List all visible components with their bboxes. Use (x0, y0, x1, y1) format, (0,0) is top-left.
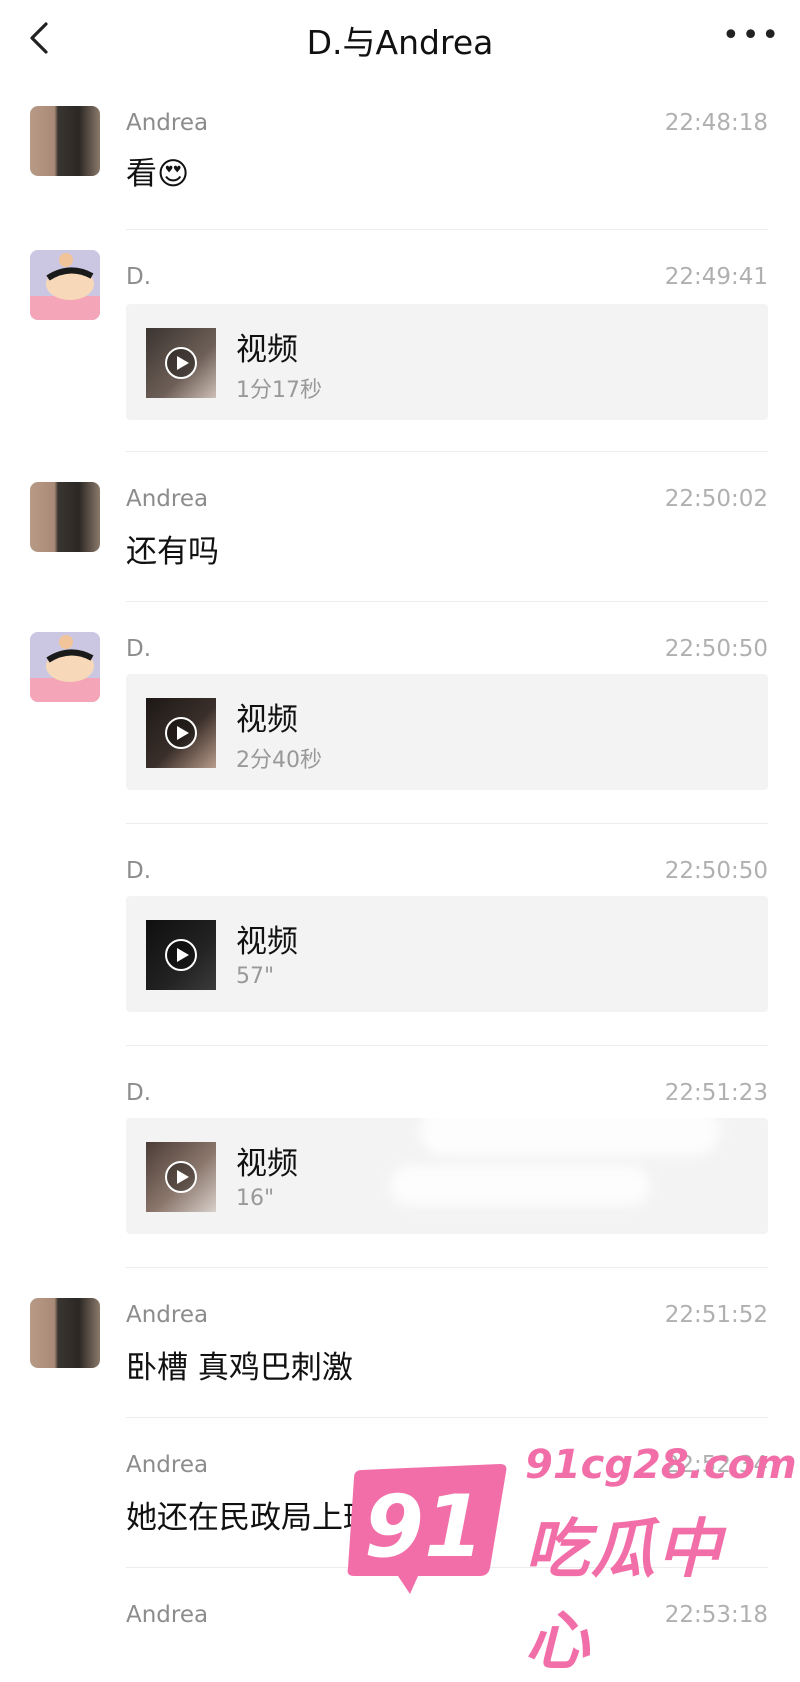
watermark-url: 91cg28.com (525, 1442, 797, 1488)
video-label: 视频 (236, 332, 298, 368)
chat-title: D.与Andrea (306, 23, 494, 62)
video-duration: 57" (236, 964, 275, 989)
sender-name: Andrea (126, 1302, 209, 1328)
divider (126, 229, 768, 230)
sender-name: Andrea (126, 1602, 209, 1628)
video-label: 视频 (236, 924, 298, 960)
play-icon (165, 939, 197, 971)
divider (126, 601, 768, 602)
play-icon (165, 347, 197, 379)
video-duration: 2分40秒 (236, 748, 322, 773)
video-thumbnail (146, 698, 216, 768)
more-options-button[interactable]: ••• (722, 18, 779, 54)
video-message-card[interactable]: 视频 1分17秒 (126, 304, 768, 420)
message-text: 还有吗 (126, 534, 219, 570)
watermark-logo: 91 (347, 1464, 507, 1594)
message-text: 看😍 (126, 156, 190, 192)
divider (126, 1045, 768, 1046)
divider (126, 1417, 768, 1418)
sender-name: D. (126, 858, 152, 884)
message-time: 22:51:23 (664, 1080, 768, 1106)
redaction-smudge (390, 1166, 650, 1206)
video-message-card[interactable]: 视频 57" (126, 896, 768, 1012)
divider (126, 451, 768, 452)
message-time: 22:48:18 (664, 110, 768, 136)
video-duration: 1分17秒 (236, 378, 322, 403)
sender-name: Andrea (126, 1452, 209, 1478)
message-time: 22:49:41 (664, 264, 768, 290)
avatar[interactable] (30, 482, 100, 552)
video-thumbnail (146, 328, 216, 398)
redaction-smudge (420, 1106, 720, 1156)
divider (126, 823, 768, 824)
message-time: 22:50:50 (664, 636, 768, 662)
avatar[interactable] (30, 250, 100, 320)
video-thumbnail (146, 920, 216, 990)
sender-name: D. (126, 636, 152, 662)
message-time: 22:50:02 (664, 486, 768, 512)
avatar[interactable] (30, 1298, 100, 1368)
sender-name: Andrea (126, 486, 209, 512)
sender-name: D. (126, 264, 152, 290)
sender-name: D. (126, 1080, 152, 1106)
play-icon (165, 1161, 197, 1193)
message-time: 22:51:52 (664, 1302, 768, 1328)
video-duration: 16" (236, 1186, 275, 1211)
video-thumbnail (146, 1142, 216, 1212)
avatar[interactable] (30, 632, 100, 702)
watermark-name: 吃瓜中心 (525, 1513, 723, 1679)
video-message-card[interactable]: 视频 2分40秒 (126, 674, 768, 790)
video-label: 视频 (236, 702, 298, 738)
chat-header: D.与Andrea ••• (0, 0, 800, 80)
play-icon (165, 717, 197, 749)
avatar[interactable] (30, 106, 100, 176)
watermark: 91 91cg28.com 吃瓜中心 (340, 1436, 797, 1679)
message-time: 22:50:50 (664, 858, 768, 884)
video-label: 视频 (236, 1146, 298, 1182)
divider (126, 1267, 768, 1268)
watermark-number: 91 (364, 1477, 484, 1577)
sender-name: Andrea (126, 110, 209, 136)
message-text: 卧槽 真鸡巴刺激 (126, 1350, 353, 1386)
